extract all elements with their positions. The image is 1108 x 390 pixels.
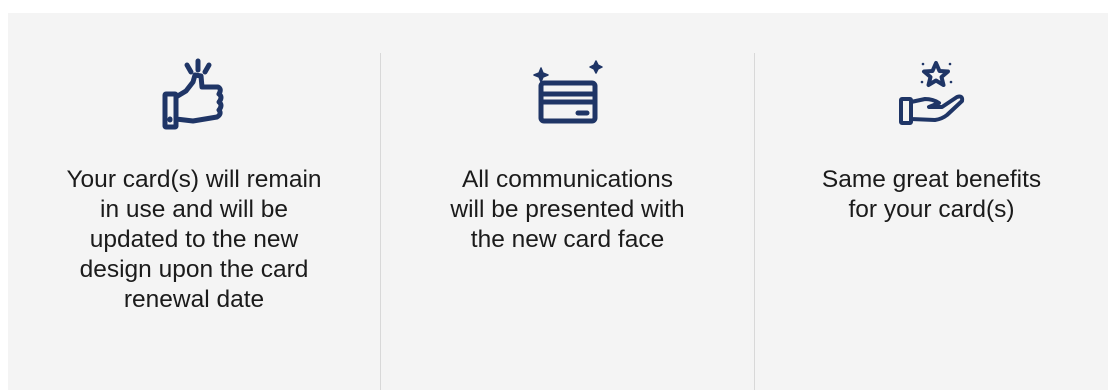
benefits-panel: Your card(s) will remain in use and will… xyxy=(8,13,1108,390)
feature-line: design upon the card xyxy=(79,256,309,283)
feature-benefits: Same great benefits for your card(s) xyxy=(755,13,1108,390)
thumbs-up-icon xyxy=(149,55,239,137)
feature-card-usage: Your card(s) will remain in use and will… xyxy=(8,13,380,390)
feature-line: Your card(s) will remain xyxy=(66,166,322,193)
credit-card-icon xyxy=(523,55,613,137)
feature-line: for your card(s) xyxy=(848,196,1015,223)
feature-communications: All communications will be presented wit… xyxy=(381,13,754,390)
feature-line: All communications xyxy=(461,166,674,193)
feature-text-usage: Your card(s) will remain in use and will… xyxy=(8,165,380,315)
feature-line: the new card face xyxy=(470,226,665,253)
feature-line: Same great benefits xyxy=(821,166,1042,193)
hand-star-icon xyxy=(887,55,977,137)
feature-line: will be presented with xyxy=(450,196,685,223)
feature-text-communications: All communications will be presented wit… xyxy=(381,165,754,255)
feature-line: renewal date xyxy=(123,286,265,313)
feature-line: in use and will be xyxy=(100,196,288,223)
feature-line: updated to the new xyxy=(89,226,299,253)
feature-text-benefits: Same great benefits for your card(s) xyxy=(755,165,1108,225)
